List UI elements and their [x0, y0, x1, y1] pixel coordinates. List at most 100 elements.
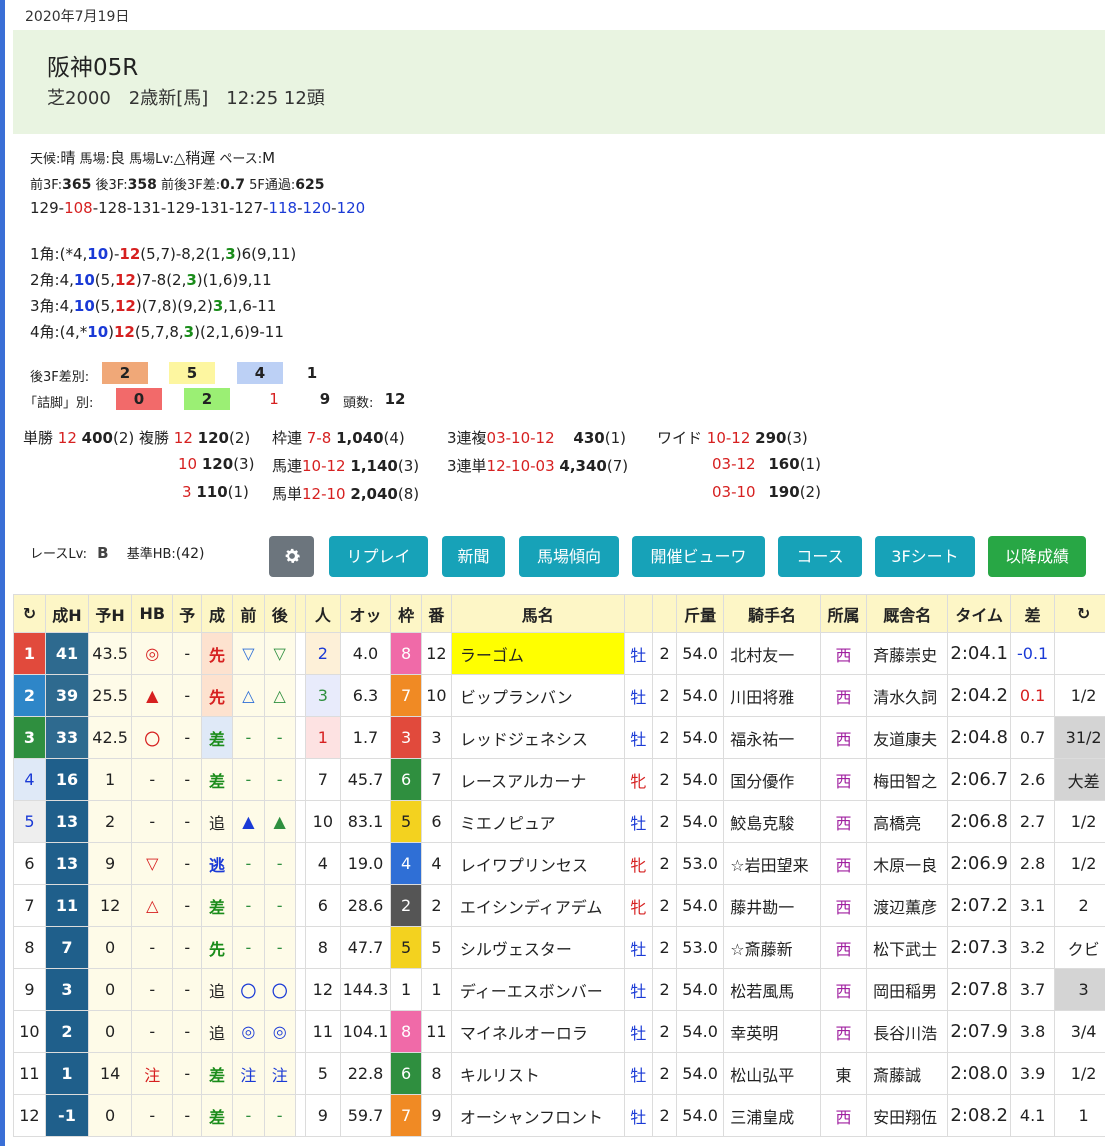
table-row[interactable]: 2 39 25.5 ▲ - 先 △ △ 3 6.3 7 10 ビップランバン牡 2 54.0 川田将雅西清水久… — [13, 674, 1105, 717]
column-header: HB — [131, 594, 174, 633]
back-mark-cell: - — [263, 926, 296, 969]
trainer-cell[interactable]: 長谷川浩 — [866, 1010, 949, 1053]
margin-cell: 2 — [1054, 884, 1105, 927]
trainer-cell[interactable]: 斎藤誠 — [866, 1052, 949, 1095]
3f-sheet-button[interactable]: 3Fシート — [875, 536, 975, 577]
table-row[interactable]: 1 41 43.5 ◎ - 先 ▽ ▽ 2 4.0 8 12 ラーゴム牡 2 54.0 北村友一西斉藤崇史 2:… — [13, 632, 1105, 675]
jockey-cell[interactable]: 川田将雅 — [723, 674, 821, 717]
umaren-pop: (3) — [397, 457, 420, 475]
hb-label: 基準HB: — [126, 547, 176, 562]
settings-button[interactable] — [269, 536, 314, 577]
jockey-cell[interactable]: 松若風馬 — [723, 968, 821, 1011]
odds-cell: 59.7 — [339, 1094, 392, 1137]
santan-val: 4,340 — [559, 457, 607, 475]
jockey-cell[interactable]: 三浦皇成 — [723, 1094, 821, 1137]
replay-button[interactable]: リプレイ — [329, 536, 428, 577]
popularity-cell: 10 — [304, 800, 341, 843]
table-row[interactable]: 7 11 12 △ - 差 - -6 28.6 2 2 エイシンディアデム牝 2 54.0 藤井勘一西渡辺薫… — [13, 884, 1105, 927]
jockey-cell[interactable]: 北村友一 — [723, 632, 821, 675]
later-results-button[interactable]: 以降成績 — [988, 536, 1086, 577]
table-row[interactable]: 9 3 0- - 追〇〇 12 144.3 1 1 ディーエスボンバー牡 2 54.0 松若風馬西岡田稲… — [13, 968, 1105, 1011]
jockey-cell[interactable]: ☆岩田望来 — [723, 842, 821, 885]
trainer-cell[interactable]: 岡田稲男 — [866, 968, 949, 1011]
horse-name-cell[interactable]: エイシンディアデム — [450, 884, 625, 927]
corner-segment: ,1,6-11 — [223, 297, 277, 315]
horse-name-cell[interactable]: ラーゴム — [450, 632, 625, 675]
corner-line: 4角:(4,*10)12(5,7,8,3)(2,1,6)9-11 — [30, 321, 284, 342]
column-header: 番 — [421, 594, 452, 633]
table-row[interactable]: 4 16 1- - 差 - -7 45.7 6 7 レースアルカーナ牝 2 54.0 国分優作西梅田智之 2… — [13, 758, 1105, 801]
horse-name-cell[interactable]: キルリスト — [450, 1052, 625, 1095]
age-cell: 2 — [652, 716, 677, 759]
trainer-cell[interactable]: 松下武士 — [866, 926, 949, 969]
horse-name-cell[interactable]: ミエノピュア — [450, 800, 625, 843]
hb-mark-cell: - — [131, 758, 174, 801]
jockey-cell[interactable]: 藤井勘一 — [723, 884, 821, 927]
umaban-cell: 11 — [421, 1010, 452, 1053]
seiseki-h-cell: 41 — [44, 632, 90, 675]
trainer-cell[interactable]: 梅田智之 — [866, 758, 949, 801]
horse-name-cell[interactable]: シルヴェスター — [450, 926, 625, 969]
track-lv-label: 馬場Lv: — [129, 152, 174, 167]
yosou-cell: - — [172, 926, 203, 969]
refresh-icon[interactable]: ↻ — [13, 594, 46, 633]
horse-name-cell[interactable]: マイネルオーロラ — [450, 1010, 625, 1053]
jockey-cell[interactable]: 福永祐一 — [723, 716, 821, 759]
jockey-cell[interactable]: ☆斎藤新 — [723, 926, 821, 969]
age-cell: 2 — [652, 1094, 677, 1137]
time-cell: 2:08.0 — [947, 1052, 1012, 1095]
corner-line: 1角:(*4,10)-12(5,7)-8,2(1,3)6(9,11) — [30, 243, 296, 264]
course-button[interactable]: コース — [778, 536, 862, 577]
horse-name-cell[interactable]: ディーエスボンバー — [450, 968, 625, 1011]
jockey-cell[interactable]: 鮫島克駿 — [723, 800, 821, 843]
jockey-cell[interactable]: 幸英明 — [723, 1010, 821, 1053]
spacer-cell — [294, 926, 306, 969]
refresh-icon[interactable]: ↻ — [1054, 594, 1105, 633]
track-tendency-button[interactable]: 馬場傾向 — [519, 536, 619, 577]
horse-name-cell[interactable]: ビップランバン — [450, 674, 625, 717]
table-row[interactable]: 5 13 2- - 追 ▲ ▲ 10 83.1 5 6 ミエノピュア牡 2 54.0 鮫島克駿西高橋亮 2:0… — [13, 800, 1105, 843]
table-row[interactable]: 10 2 0- - 追 ◎ ◎ 11 104.1 8 11 マイネルオーロラ牡 2 54.0 幸英明西長谷川… — [13, 1010, 1105, 1053]
yosou-cell: - — [172, 758, 203, 801]
meeting-viewer-button[interactable]: 開催ビューワ — [632, 536, 765, 577]
table-row[interactable]: 3 33 42.5 〇 - 差 - -1 1.7 3 3 レッドジェネシス牡 2 54.0 福永祐一西友道康… — [13, 716, 1105, 759]
jockey-cell[interactable]: 松山弘平 — [723, 1052, 821, 1095]
trainer-cell[interactable]: 渡辺薫彦 — [866, 884, 949, 927]
trainer-cell[interactable]: 斉藤崇史 — [866, 632, 949, 675]
margin-cell: 31/2 — [1054, 716, 1105, 759]
back-mark-cell: - — [263, 842, 296, 885]
back-mark-cell: - — [263, 758, 296, 801]
table-row[interactable]: 11 1 14 注 - 差注注 5 22.8 6 8 キルリスト牡 2 54.0 松山弘平東斎藤誠 2:08… — [13, 1052, 1105, 1095]
table-row[interactable]: 12 -1 0- - 差 - -9 59.7 7 9 オーシャンフロント牡 2 54.0 三浦皇成西安田翔… — [13, 1094, 1105, 1137]
jockey-cell[interactable]: 国分優作 — [723, 758, 821, 801]
news-button[interactable]: 新聞 — [442, 536, 505, 577]
corner-segment: 3 — [183, 323, 195, 341]
payout-waku: 枠連 7-8 1,040(4) — [272, 427, 405, 448]
column-header: 成 — [201, 594, 233, 633]
time-cell: 2:07.2 — [947, 884, 1012, 927]
trainer-cell[interactable]: 清水久詞 — [866, 674, 949, 717]
table-row[interactable]: 6 13 9 ▽ - 逃 - -4 19.0 4 4 レイワプリンセス牝 2 53.0 ☆岩田望来西木原一良… — [13, 842, 1105, 885]
horse-name-cell[interactable]: レースアルカーナ — [450, 758, 625, 801]
sex-cell: 牡 — [623, 1010, 654, 1053]
sex-cell: 牡 — [623, 1094, 654, 1137]
column-header: 後 — [263, 594, 296, 633]
horse-name-cell[interactable]: レッドジェネシス — [450, 716, 625, 759]
l3-value: 358 — [127, 177, 157, 193]
horse-name-cell[interactable]: レイワプリンセス — [450, 842, 625, 885]
odds-cell: 6.3 — [339, 674, 392, 717]
rank-cell: 4 — [13, 758, 46, 801]
seiseki-h-cell: -1 — [44, 1094, 90, 1137]
payout-sanpuku: 3連複03-10-12 430(1) — [447, 427, 626, 448]
trainer-cell[interactable]: 安田翔伍 — [866, 1094, 949, 1137]
umatan-num: 12-10 — [302, 485, 346, 503]
weight-cell: 53.0 — [675, 926, 725, 969]
table-row[interactable]: 8 7 0- - 先 - -8 47.7 5 5 シルヴェスター牡 2 53.0 ☆斎藤新西松下武士 2:0… — [13, 926, 1105, 969]
trainer-cell[interactable]: 木原一良 — [866, 842, 949, 885]
trainer-cell[interactable]: 高橋亮 — [866, 800, 949, 843]
seiseki-h-cell: 3 — [44, 968, 90, 1011]
corner-segment: 10 — [73, 271, 95, 289]
horse-name-cell[interactable]: オーシャンフロント — [450, 1094, 625, 1137]
trainer-cell[interactable]: 友道康夫 — [866, 716, 949, 759]
yosou-cell: - — [172, 884, 203, 927]
